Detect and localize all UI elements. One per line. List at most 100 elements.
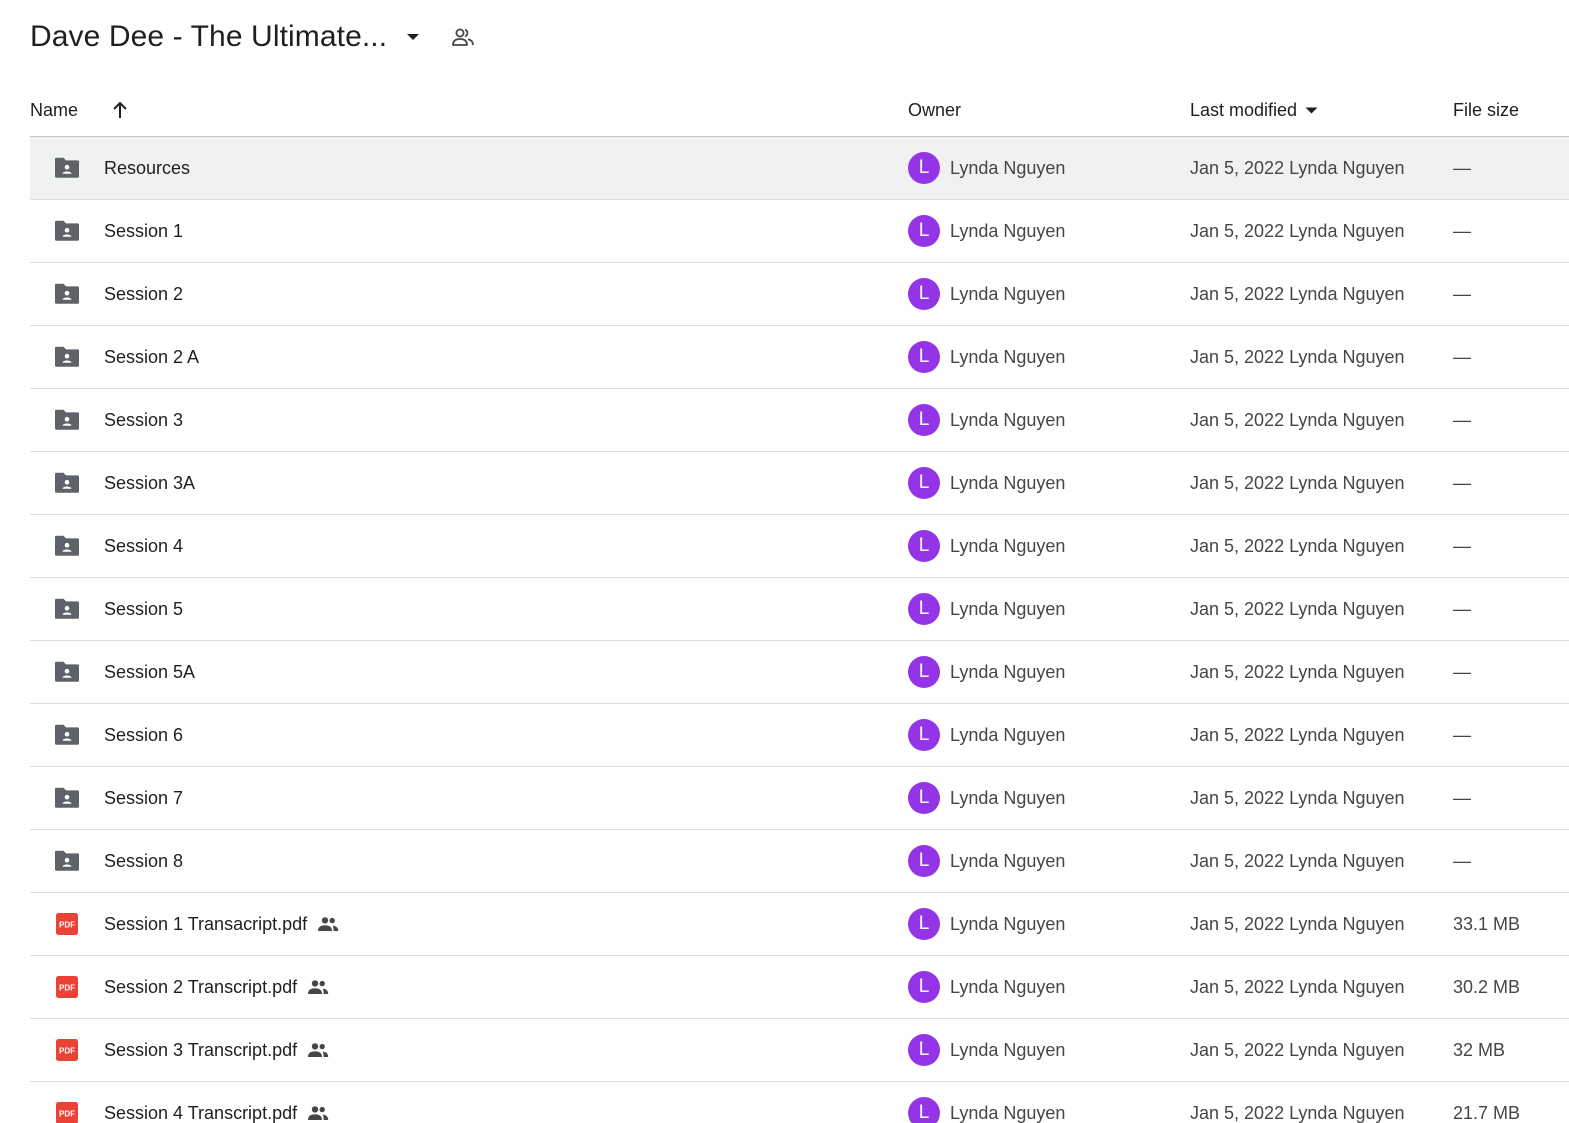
owner-name: Lynda Nguyen bbox=[950, 913, 1066, 934]
last-modified-cell: Jan 5, 2022 Lynda Nguyen bbox=[1190, 976, 1405, 997]
owner-name: Lynda Nguyen bbox=[950, 1039, 1066, 1060]
column-header-last-modified-label: Last modified bbox=[1190, 99, 1298, 120]
file-row[interactable]: Session 7 L Lynda Nguyen Jan 5, 2022 Lynda … bbox=[30, 767, 1569, 830]
owner-avatar[interactable]: L bbox=[908, 278, 940, 310]
owner-avatar[interactable]: L bbox=[908, 404, 940, 436]
shared-folder-icon bbox=[52, 830, 82, 892]
folder-title[interactable]: Dave Dee - The Ultimate... bbox=[30, 20, 387, 54]
owner-avatar[interactable]: L bbox=[908, 341, 940, 373]
file-name: Session 3 Transcript.pdf bbox=[104, 1039, 298, 1060]
file-row[interactable]: Session 3A L Lynda Nguyen Jan 5, 2022 Lynda… bbox=[30, 452, 1569, 515]
svg-text:PDF: PDF bbox=[59, 921, 75, 930]
owner-name: Lynda Nguyen bbox=[950, 535, 1066, 556]
owner-cell: L Lynda Nguyen bbox=[908, 452, 1065, 514]
owner-avatar[interactable]: L bbox=[908, 908, 940, 940]
owner-name: Lynda Nguyen bbox=[950, 598, 1066, 619]
owner-avatar[interactable]: L bbox=[908, 467, 940, 499]
shared-people-icon bbox=[307, 979, 329, 995]
owner-avatar[interactable]: L bbox=[908, 530, 940, 562]
owner-avatar[interactable]: L bbox=[908, 845, 940, 877]
file-name-cell: Resources bbox=[104, 137, 190, 199]
owner-avatar[interactable]: L bbox=[908, 719, 940, 751]
file-size-cell: 32 MB bbox=[1453, 1039, 1506, 1060]
file-row[interactable]: PDF Session 1 Transacript.pdf L Lynda Nguye… bbox=[30, 893, 1569, 956]
owner-avatar[interactable]: L bbox=[908, 782, 940, 814]
column-header-row: Name Owner Last modified File size bbox=[30, 84, 1569, 137]
file-size-cell: — bbox=[1453, 787, 1471, 808]
shared-folder-icon bbox=[52, 200, 82, 262]
file-name-cell: Session 5 bbox=[104, 578, 183, 640]
owner-cell: L Lynda Nguyen bbox=[908, 1019, 1065, 1081]
shared-people-icon bbox=[307, 1105, 329, 1121]
pdf-file-icon: PDF bbox=[52, 1082, 82, 1123]
file-row[interactable]: Session 4 L Lynda Nguyen Jan 5, 2022 Lynda … bbox=[30, 515, 1569, 578]
owner-avatar[interactable]: L bbox=[908, 215, 940, 247]
drive-folder-view: Dave Dee - The Ultimate... Name Owner La… bbox=[0, 0, 1569, 1123]
file-row[interactable]: Session 2 A L Lynda Nguyen Jan 5, 2022 Lynd… bbox=[30, 326, 1569, 389]
file-name: Session 3 bbox=[104, 409, 184, 430]
last-modified-cell: Jan 5, 2022 Lynda Nguyen bbox=[1190, 913, 1405, 934]
file-row[interactable]: Session 3 L Lynda Nguyen Jan 5, 2022 Lynda … bbox=[30, 389, 1569, 452]
file-list: Resources L Lynda Nguyen Jan 5, 2022 Lynda … bbox=[30, 137, 1569, 1123]
file-size-cell: — bbox=[1453, 220, 1471, 241]
pdf-file-icon: PDF bbox=[52, 956, 82, 1018]
file-row[interactable]: Session 2 L Lynda Nguyen Jan 5, 2022 Lynda … bbox=[30, 263, 1569, 326]
file-size-cell: — bbox=[1453, 346, 1471, 367]
people-outline-icon[interactable] bbox=[449, 23, 477, 51]
file-row[interactable]: Session 5 L Lynda Nguyen Jan 5, 2022 Lynda … bbox=[30, 578, 1569, 641]
last-modified-cell: Jan 5, 2022 Lynda Nguyen bbox=[1190, 472, 1405, 493]
last-modified-cell: Jan 5, 2022 Lynda Nguyen bbox=[1190, 346, 1405, 367]
owner-cell: L Lynda Nguyen bbox=[908, 1082, 1065, 1123]
owner-avatar[interactable]: L bbox=[908, 656, 940, 688]
file-name-cell: Session 2 Transcript.pdf bbox=[104, 956, 329, 1018]
file-name: Session 4 bbox=[104, 535, 184, 556]
file-row[interactable]: Session 5A L Lynda Nguyen Jan 5, 2022 Lynda… bbox=[30, 641, 1569, 704]
owner-avatar[interactable]: L bbox=[908, 1097, 940, 1123]
file-name-cell: Session 8 bbox=[104, 830, 183, 892]
file-row[interactable]: PDF Session 4 Transcript.pdf L Lynda Nguyen… bbox=[30, 1082, 1569, 1123]
file-name-cell: Session 3 bbox=[104, 389, 183, 451]
file-name: Session 5A bbox=[104, 661, 196, 682]
arrow-drop-down-icon[interactable] bbox=[401, 25, 425, 49]
file-row[interactable]: Session 8 L Lynda Nguyen Jan 5, 2022 Lynda … bbox=[30, 830, 1569, 893]
owner-name: Lynda Nguyen bbox=[950, 787, 1066, 808]
owner-name: Lynda Nguyen bbox=[950, 283, 1066, 304]
file-name: Session 7 bbox=[104, 787, 184, 808]
column-header-name[interactable]: Name bbox=[30, 84, 78, 136]
last-modified-cell: Jan 5, 2022 Lynda Nguyen bbox=[1190, 220, 1405, 241]
file-name: Session 2 bbox=[104, 283, 184, 304]
owner-avatar[interactable]: L bbox=[908, 1034, 940, 1066]
pdf-file-icon: PDF bbox=[52, 1019, 82, 1081]
last-modified-cell: Jan 5, 2022 Lynda Nguyen bbox=[1190, 598, 1405, 619]
file-name: Session 1 bbox=[104, 220, 184, 241]
owner-name: Lynda Nguyen bbox=[950, 157, 1066, 178]
owner-avatar[interactable]: L bbox=[908, 152, 940, 184]
pdf-file-icon: PDF bbox=[52, 893, 82, 955]
file-size-cell: 21.7 MB bbox=[1453, 1102, 1521, 1123]
owner-avatar[interactable]: L bbox=[908, 971, 940, 1003]
file-name: Session 1 Transacript.pdf bbox=[104, 913, 308, 934]
owner-cell: L Lynda Nguyen bbox=[908, 200, 1065, 262]
last-modified-cell: Jan 5, 2022 Lynda Nguyen bbox=[1190, 535, 1405, 556]
column-header-file-size[interactable]: File size bbox=[1453, 84, 1519, 136]
owner-avatar[interactable]: L bbox=[908, 593, 940, 625]
file-name-cell: Session 2 bbox=[104, 263, 183, 325]
file-name-cell: Session 4 Transcript.pdf bbox=[104, 1082, 329, 1123]
file-row[interactable]: PDF Session 2 Transcript.pdf L Lynda Nguyen… bbox=[30, 956, 1569, 1019]
file-row[interactable]: Session 6 L Lynda Nguyen Jan 5, 2022 Lynda … bbox=[30, 704, 1569, 767]
last-modified-cell: Jan 5, 2022 Lynda Nguyen bbox=[1190, 661, 1405, 682]
file-size-cell: — bbox=[1453, 283, 1471, 304]
shared-folder-icon bbox=[52, 452, 82, 514]
file-name: Resources bbox=[104, 157, 191, 178]
shared-folder-icon bbox=[52, 578, 82, 640]
file-row[interactable]: Session 1 L Lynda Nguyen Jan 5, 2022 Lynda … bbox=[30, 200, 1569, 263]
file-row[interactable]: Resources L Lynda Nguyen Jan 5, 2022 Lynda … bbox=[30, 137, 1569, 200]
last-modified-cell: Jan 5, 2022 Lynda Nguyen bbox=[1190, 724, 1405, 745]
file-row[interactable]: PDF Session 3 Transcript.pdf L Lynda Nguyen… bbox=[30, 1019, 1569, 1082]
arrow-up-icon[interactable] bbox=[108, 84, 132, 136]
file-name: Session 8 bbox=[104, 850, 184, 871]
file-name-cell: Session 4 bbox=[104, 515, 183, 577]
shared-people-icon bbox=[317, 916, 339, 932]
column-header-last-modified[interactable]: Last modified bbox=[1190, 84, 1318, 136]
column-header-owner[interactable]: Owner bbox=[908, 84, 961, 136]
